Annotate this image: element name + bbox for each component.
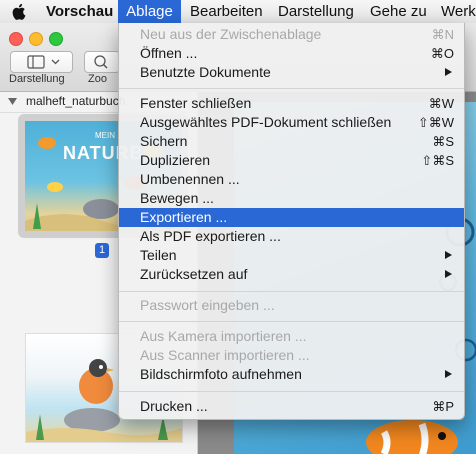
- menu-item-label: Bewegen ...: [140, 190, 214, 206]
- disclosure-triangle-icon[interactable]: [8, 97, 17, 106]
- menu-item-pdf-dokument-schliessen[interactable]: Ausgewähltes PDF-Dokument schließen ⇧⌘W: [119, 113, 464, 132]
- close-window-button[interactable]: [9, 32, 23, 46]
- magnifier-icon: [94, 55, 108, 69]
- menu-item-label: Als PDF exportieren ...: [140, 228, 281, 244]
- page-number-badge: 1: [95, 243, 109, 258]
- menu-item-label: Fenster schließen: [140, 95, 252, 111]
- menu-gehe-zu[interactable]: Gehe zu: [370, 0, 427, 23]
- menu-item-label: Zurücksetzen auf: [140, 266, 248, 282]
- menu-item-aus-kamera-importieren[interactable]: Aus Kamera importieren ...: [119, 327, 464, 346]
- menu-item-shortcut: ⌘S: [432, 134, 454, 149]
- menu-item-als-pdf-exportieren[interactable]: Als PDF exportieren ...: [119, 227, 464, 246]
- menu-item-duplizieren[interactable]: Duplizieren ⇧⌘S: [119, 151, 464, 170]
- menu-item-neu-aus-zwischenablage[interactable]: Neu aus der Zwischenablage ⌘N: [119, 25, 464, 44]
- menu-item-shortcut: ⇧⌘S: [421, 153, 454, 168]
- submenu-arrow-icon: [445, 370, 452, 378]
- menu-darstellung[interactable]: Darstellung: [278, 0, 354, 23]
- sidebar-view-label: Darstellung: [9, 73, 65, 85]
- submenu-arrow-icon: [445, 251, 452, 259]
- menu-item-shortcut: ⌘O: [430, 46, 454, 61]
- menu-item-label: Duplizieren: [140, 152, 211, 168]
- menu-ablage[interactable]: Ablage: [118, 0, 181, 23]
- menu-item-zuruecksetzen-auf[interactable]: Zurücksetzen auf: [119, 265, 464, 284]
- menu-separator: [119, 88, 464, 89]
- zoom-window-button[interactable]: [49, 32, 63, 46]
- menu-item-teilen[interactable]: Teilen: [119, 246, 464, 265]
- menu-item-bewegen[interactable]: Bewegen ...: [119, 189, 464, 208]
- menu-item-shortcut: ⇧⌘W: [417, 115, 454, 130]
- menu-item-label: Ausgewähltes PDF-Dokument schließen: [140, 114, 392, 130]
- menu-item-aus-scanner-importieren[interactable]: Aus Scanner importieren ...: [119, 346, 464, 365]
- menu-item-shortcut: ⌘W: [428, 96, 454, 111]
- apple-logo-icon[interactable]: [12, 3, 28, 20]
- menu-item-bildschirmfoto-aufnehmen[interactable]: Bildschirmfoto aufnehmen: [119, 365, 464, 384]
- menu-werkzeuge[interactable]: Werk: [441, 0, 476, 23]
- menu-item-label: Teilen: [140, 247, 177, 263]
- menu-item-label: Aus Scanner importieren ...: [140, 347, 310, 363]
- sidebar-view-button[interactable]: [10, 51, 73, 73]
- menu-item-label: Benutzte Dokumente: [140, 64, 271, 80]
- zoom-out-button[interactable]: [84, 51, 120, 73]
- submenu-arrow-icon: [445, 270, 452, 278]
- menu-item-label: Aus Kamera importieren ...: [140, 328, 307, 344]
- menu-item-label: Umbenennen ...: [140, 171, 240, 187]
- menu-item-shortcut: ⌘P: [432, 399, 454, 414]
- menu-item-label: Bildschirmfoto aufnehmen: [140, 366, 302, 382]
- menu-item-drucken[interactable]: Drucken ... ⌘P: [119, 397, 464, 416]
- menu-item-label: Passwort eingeben ...: [140, 297, 275, 313]
- menu-item-benutzte-dokumente[interactable]: Benutzte Dokumente: [119, 63, 464, 82]
- minimize-window-button[interactable]: [29, 32, 43, 46]
- menu-item-label: Öffnen ...: [140, 45, 198, 61]
- menu-separator: [119, 391, 464, 392]
- zoom-label: Zoo: [88, 73, 107, 85]
- menu-item-fenster-schliessen[interactable]: Fenster schließen ⌘W: [119, 94, 464, 113]
- menu-item-passwort-eingeben[interactable]: Passwort eingeben ...: [119, 296, 464, 315]
- file-name: malheft_naturbuch: [26, 94, 126, 108]
- menu-separator: [119, 321, 464, 322]
- ablage-dropdown-menu: Neu aus der Zwischenablage ⌘N Öffnen ...…: [118, 23, 465, 420]
- menu-item-shortcut: ⌘N: [431, 27, 454, 42]
- menu-item-label: Sichern: [140, 133, 188, 149]
- menu-item-label: Neu aus der Zwischenablage: [140, 26, 322, 42]
- menu-item-sichern[interactable]: Sichern ⌘S: [119, 132, 464, 151]
- app-name[interactable]: Vorschau: [46, 0, 113, 23]
- menu-item-label: Exportieren ...: [140, 209, 228, 225]
- sidebar-icon: [27, 55, 60, 69]
- menu-item-label: Drucken ...: [140, 398, 208, 414]
- menu-separator: [119, 291, 464, 292]
- menu-bearbeiten[interactable]: Bearbeiten: [190, 0, 263, 23]
- menu-item-oeffnen[interactable]: Öffnen ... ⌘O: [119, 44, 464, 63]
- menu-bar: Vorschau Ablage Bearbeiten Darstellung G…: [0, 0, 476, 24]
- menu-item-exportieren[interactable]: Exportieren ...: [119, 208, 464, 227]
- submenu-arrow-icon: [445, 68, 452, 76]
- menu-item-umbenennen[interactable]: Umbenennen ...: [119, 170, 464, 189]
